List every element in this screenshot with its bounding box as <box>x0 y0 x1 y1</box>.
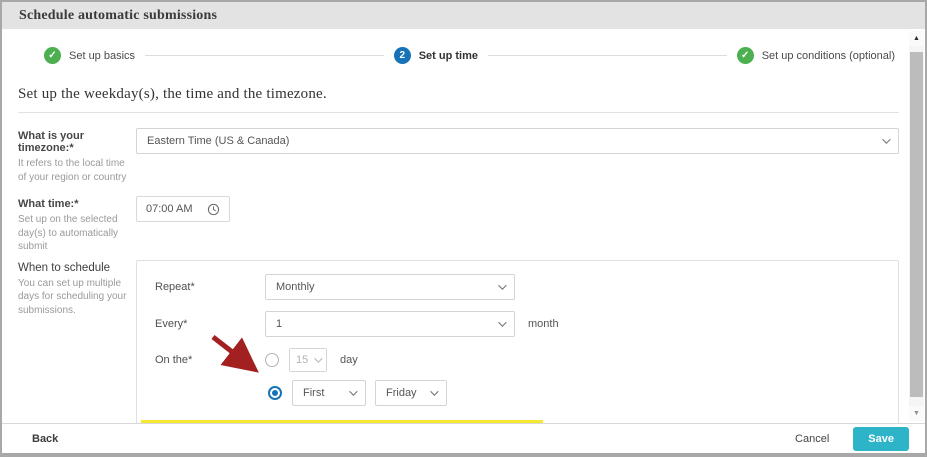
every-unit-label: month <box>528 318 559 330</box>
timezone-help: It refers to the local time of your regi… <box>18 157 130 184</box>
repeat-row: Repeat* Monthly <box>155 274 880 300</box>
weekday-radio-selected[interactable] <box>268 386 282 400</box>
chevron-down-icon <box>498 318 506 326</box>
back-button[interactable]: Back <box>32 433 58 445</box>
chevron-down-icon <box>314 354 322 362</box>
timezone-value: Eastern Time (US & Canada) <box>147 135 289 147</box>
chevron-down-icon <box>882 135 890 143</box>
step-conditions[interactable]: ✓ Set up conditions (optional) <box>737 47 895 64</box>
time-row: What time:* Set up on the selected day(s… <box>18 196 899 254</box>
day-of-month-select[interactable]: 15 <box>289 348 327 372</box>
every-select[interactable]: 1 <box>265 311 515 337</box>
time-help: Set up on the selected day(s) to automat… <box>18 213 130 254</box>
repeat-settings-box: Repeat* Monthly Every* 1 month <box>136 260 899 424</box>
scrollbar-thumb[interactable] <box>910 52 923 397</box>
heading-divider <box>18 112 899 113</box>
chevron-down-icon <box>349 387 357 395</box>
day-of-month-value: 15 <box>296 354 308 366</box>
timezone-select[interactable]: Eastern Time (US & Canada) <box>136 128 899 154</box>
every-row: Every* 1 month <box>155 311 880 337</box>
chevron-down-icon <box>430 387 438 395</box>
save-button[interactable]: Save <box>853 427 909 451</box>
check-icon: ✓ <box>44 47 61 64</box>
on-the-row: On the* 15 day <box>155 348 880 372</box>
weekday-select[interactable]: Friday <box>375 380 447 406</box>
when-help: You can set up multiple days for schedul… <box>18 277 130 318</box>
timezone-row: What is your timezone:* It refers to the… <box>18 128 899 184</box>
dialog-content: ✓ Set up basics 2 Set up time ✓ Set up c… <box>2 29 925 423</box>
day-of-month-radio[interactable] <box>265 353 279 367</box>
step-time[interactable]: 2 Set up time <box>394 47 478 64</box>
dialog-titlebar: Schedule automatic submissions <box>2 2 925 29</box>
step-conditions-label: Set up conditions (optional) <box>762 50 895 62</box>
vertical-scrollbar[interactable]: ▲ ▼ <box>909 31 924 421</box>
weekday-value: Friday <box>386 387 417 399</box>
ordinal-select[interactable]: First <box>292 380 366 406</box>
stepper-connector <box>145 55 384 56</box>
scroll-down-icon[interactable]: ▼ <box>909 406 924 421</box>
repeat-value: Monthly <box>276 281 315 293</box>
stepper-connector <box>488 55 727 56</box>
ordinal-value: First <box>303 387 324 399</box>
clock-icon <box>207 203 220 216</box>
schedule-summary-highlight: The schedule occurs on the first friday … <box>141 420 543 424</box>
dialog-title: Schedule automatic submissions <box>19 8 217 24</box>
step-basics[interactable]: ✓ Set up basics <box>44 47 135 64</box>
chevron-down-icon <box>498 281 506 289</box>
wizard-stepper: ✓ Set up basics 2 Set up time ✓ Set up c… <box>18 41 899 64</box>
weekday-option-row: First Friday <box>268 380 880 406</box>
repeat-label: Repeat* <box>155 281 265 293</box>
step-number-badge: 2 <box>394 47 411 64</box>
time-input[interactable]: 07:00 AM <box>136 196 230 222</box>
when-label: When to schedule <box>18 262 136 274</box>
on-the-label: On the* <box>155 354 265 366</box>
every-label: Every* <box>155 318 265 330</box>
step-basics-label: Set up basics <box>69 50 135 62</box>
section-heading: Set up the weekday(s), the time and the … <box>18 86 899 103</box>
scroll-up-icon[interactable]: ▲ <box>909 31 924 46</box>
repeat-select[interactable]: Monthly <box>265 274 515 300</box>
time-label: What time:* <box>18 198 136 210</box>
every-value: 1 <box>276 318 282 330</box>
schedule-dialog: Schedule automatic submissions ✓ Set up … <box>0 0 927 457</box>
dialog-footer: Back Cancel Save <box>2 423 925 453</box>
check-icon: ✓ <box>737 47 754 64</box>
step-time-label: Set up time <box>419 50 478 62</box>
time-value: 07:00 AM <box>146 203 192 215</box>
timezone-label: What is your timezone:* <box>18 130 136 154</box>
day-suffix-label: day <box>340 354 358 366</box>
cancel-button[interactable]: Cancel <box>795 433 829 445</box>
when-row: When to schedule You can set up multiple… <box>18 260 899 424</box>
